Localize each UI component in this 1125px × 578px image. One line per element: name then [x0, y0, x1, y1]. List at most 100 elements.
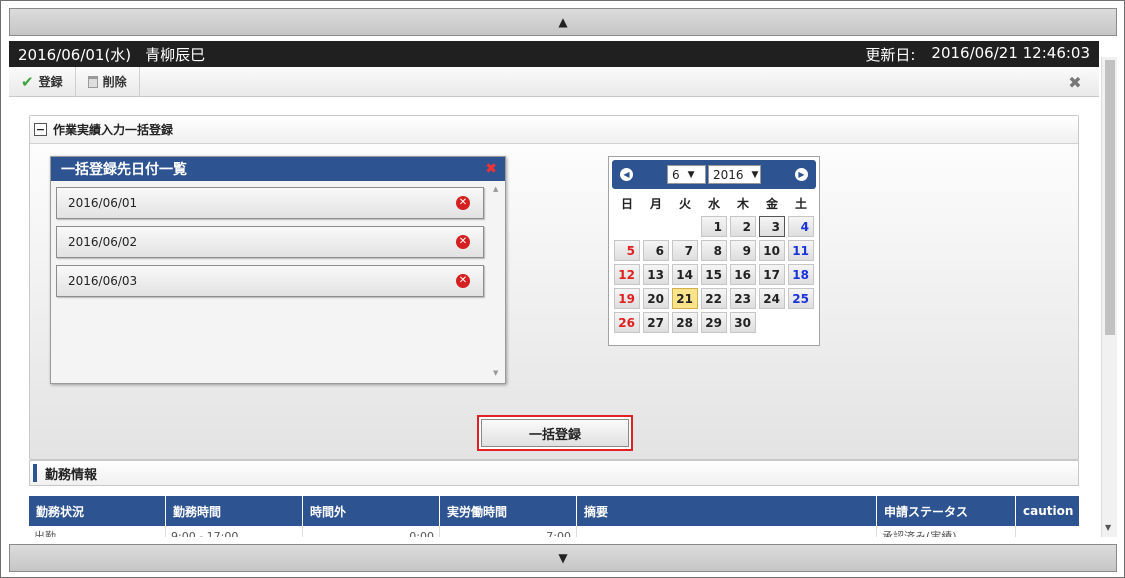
calendar-day[interactable]: 3: [759, 216, 785, 237]
calendar-day[interactable]: 4: [788, 216, 814, 237]
arrow-down-icon: ▼: [558, 551, 568, 565]
list-scroll-up-icon[interactable]: ▲: [493, 185, 498, 193]
calendar-day[interactable]: 27: [643, 312, 669, 333]
column-header: 勤務時間: [166, 496, 303, 526]
table-cell: [1016, 526, 1079, 537]
column-header: 実労働時間: [440, 496, 577, 526]
register-button[interactable]: ✔ 登録: [9, 66, 76, 97]
table-cell: 9:00 - 17:00: [166, 526, 303, 537]
calendar-day[interactable]: 30: [730, 312, 756, 333]
table-cell: 0:00: [303, 526, 440, 537]
vertical-scrollbar[interactable]: ▼: [1101, 57, 1117, 537]
date-list-item: 2016/06/01 ✕: [56, 187, 484, 219]
calendar-empty-cell: [788, 312, 814, 333]
register-label: 登録: [38, 75, 63, 89]
calendar-day[interactable]: 14: [672, 264, 698, 285]
weekday-label: 金: [765, 196, 778, 211]
list-scroll-down-icon[interactable]: ▼: [493, 369, 498, 377]
section-accent-bar: [33, 464, 37, 482]
calendar-day[interactable]: 7: [672, 240, 698, 261]
close-list-icon[interactable]: ✖: [485, 161, 497, 177]
calendar-day[interactable]: 17: [759, 264, 785, 285]
calendar-day[interactable]: 16: [730, 264, 756, 285]
dialog-frame: ▲ 2016/06/01(水) 青柳辰巳 更新日: 2016/06/21 12:…: [0, 0, 1125, 578]
table-row[interactable]: 出勤 9:00 - 17:00 0:00 7:00 承認済み(実績): [29, 526, 1079, 537]
work-info-table-header: 勤務状況 勤務時間 時間外 実労働時間 摘要 申請ステータス caution: [29, 496, 1079, 526]
work-info-title: 勤務情報: [45, 467, 98, 483]
calendar-day[interactable]: 2: [730, 216, 756, 237]
calendar-day[interactable]: 29: [701, 312, 727, 333]
calendar-day[interactable]: 1: [701, 216, 727, 237]
date-list-item: 2016/06/02 ✕: [56, 226, 484, 258]
weekday-label: 火: [678, 196, 691, 211]
work-info-section-header: 勤務情報: [29, 460, 1079, 486]
calendar-day[interactable]: 18: [788, 264, 814, 285]
calendar-day[interactable]: 9: [730, 240, 756, 261]
next-month-icon[interactable]: ▶: [795, 168, 808, 181]
calendar-day[interactable]: 8: [701, 240, 727, 261]
calendar-day[interactable]: 26: [614, 312, 640, 333]
calendar-day[interactable]: 23: [730, 288, 756, 309]
calendar-empty-cell: [643, 216, 669, 237]
scroll-down-bar[interactable]: ▼: [9, 544, 1117, 572]
calendar-grid: 日月火水木金土 1 2 3 4 5 6 7 8 9 10 11 12 13 14 15 16 17 18 19 20 21…: [612, 193, 816, 333]
collapse-icon[interactable]: −: [34, 123, 47, 136]
calendar-day[interactable]: 19: [614, 288, 640, 309]
calendar-day[interactable]: 11: [788, 240, 814, 261]
year-select[interactable]: 2016 ▼: [708, 165, 761, 184]
bulk-register-section: − 作業実績入力一括登録 一括登録先日付一覧 ✖ 2016/06/01 ✕ 20…: [29, 115, 1079, 460]
calendar-day[interactable]: 22: [701, 288, 727, 309]
remove-date-icon[interactable]: ✕: [456, 196, 470, 210]
column-header: 勤務状況: [29, 496, 166, 526]
date-list-item: 2016/06/03 ✕: [56, 265, 484, 297]
table-cell: 出勤: [29, 526, 166, 537]
remove-date-icon[interactable]: ✕: [456, 274, 470, 288]
calendar-day[interactable]: 12: [614, 264, 640, 285]
weekday-label: 月: [649, 196, 662, 211]
calendar-day[interactable]: 5: [614, 240, 640, 261]
date-list-item-label: 2016/06/03: [68, 274, 138, 288]
date-list-item-label: 2016/06/01: [68, 196, 138, 210]
calendar-day[interactable]: 15: [701, 264, 727, 285]
calendar-day[interactable]: 21: [672, 288, 698, 309]
year-value: 2016: [713, 167, 744, 182]
date-list-title: 一括登録先日付一覧: [61, 162, 187, 178]
calendar-empty-cell: [672, 216, 698, 237]
column-header: 時間外: [303, 496, 440, 526]
calendar-day[interactable]: 20: [643, 288, 669, 309]
table-cell: [577, 526, 877, 537]
delete-button[interactable]: 削除: [76, 66, 140, 97]
remove-date-icon[interactable]: ✕: [456, 235, 470, 249]
title-bar: 2016/06/01(水) 青柳辰巳 更新日: 2016/06/21 12:46…: [9, 41, 1099, 67]
calendar-day[interactable]: 25: [788, 288, 814, 309]
calendar-day[interactable]: 6: [643, 240, 669, 261]
date-list-item-label: 2016/06/02: [68, 235, 138, 249]
bulk-register-button[interactable]: 一括登録: [481, 419, 629, 447]
month-value: 6: [672, 167, 680, 182]
prev-month-icon[interactable]: ◀: [620, 168, 633, 181]
table-cell: 承認済み(実績): [877, 526, 1016, 537]
date-list-scrollbar[interactable]: ▲ ▼: [491, 185, 503, 381]
toolbar: ✔ 登録 削除 ✖: [9, 66, 1099, 97]
date-list-header: 一括登録先日付一覧 ✖: [51, 157, 505, 181]
updated-value: 2016/06/21 12:46:03: [931, 43, 1090, 62]
table-cell: 7:00: [440, 526, 577, 537]
scrollbar-thumb[interactable]: [1105, 60, 1115, 335]
calendar-day[interactable]: 24: [759, 288, 785, 309]
bulk-section-header[interactable]: − 作業実績入力一括登録: [30, 116, 1078, 144]
scroll-up-bar[interactable]: ▲: [9, 8, 1117, 36]
date-title: 2016/06/01(水): [18, 45, 132, 64]
main-content: − 作業実績入力一括登録 一括登録先日付一覧 ✖ 2016/06/01 ✕ 20…: [19, 107, 1091, 537]
calendar-empty-cell: [759, 312, 785, 333]
scroll-down-small-icon[interactable]: ▼: [1105, 523, 1111, 532]
date-picker-calendar: ◀ 6 ▼ 2016 ▼ ▶ 日月火水木金土 1 2 3 4 5 6 7 8 9 10 11 12 13 1…: [608, 156, 820, 346]
calendar-day[interactable]: 10: [759, 240, 785, 261]
calendar-day[interactable]: 13: [643, 264, 669, 285]
weekday-label: 水: [707, 196, 720, 211]
month-select[interactable]: 6 ▼: [667, 165, 706, 184]
calendar-day[interactable]: 28: [672, 312, 698, 333]
dropdown-caret-icon: ▼: [751, 169, 759, 180]
close-icon[interactable]: ✖: [1065, 72, 1085, 92]
weekday-label: 木: [736, 196, 749, 211]
weekday-label: 土: [794, 196, 807, 211]
